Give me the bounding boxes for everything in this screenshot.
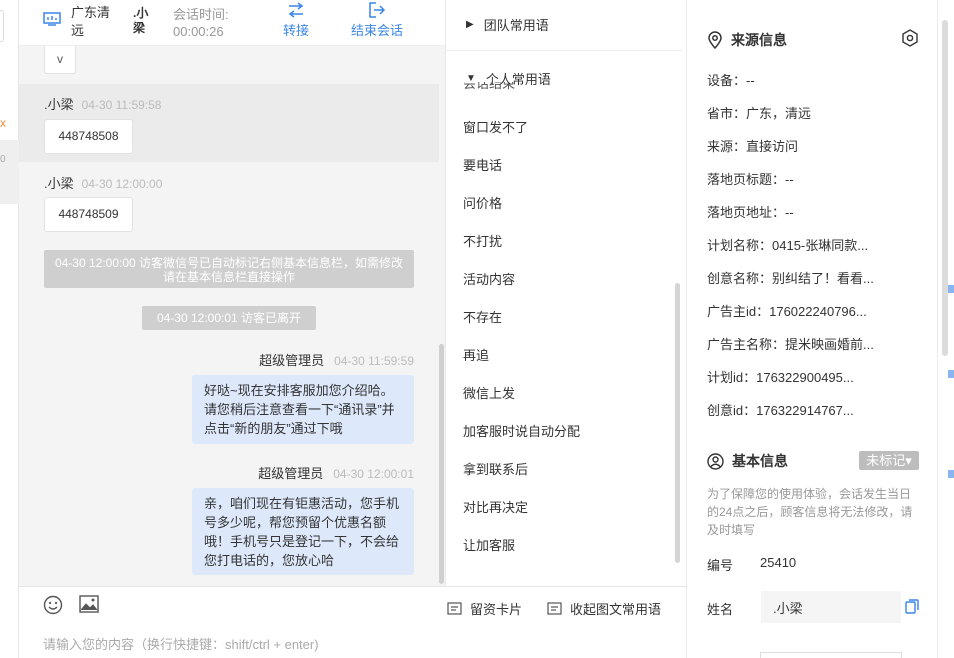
info-row: 创意id：176322914767... — [707, 403, 854, 418]
info-row: 落地页地址：-- — [707, 205, 794, 220]
transfer-button[interactable]: 转接 — [283, 2, 309, 39]
collapse-phrases-button[interactable]: 收起图文常用语 — [547, 599, 661, 618]
card-icon — [447, 602, 462, 615]
id-value: 25410 — [760, 555, 797, 570]
visitor-region: 广东清远 — [71, 5, 111, 38]
end-session-button[interactable]: 结束会话 — [351, 2, 403, 39]
info-row: 落地页标题：-- — [707, 172, 794, 187]
collapsed-tab[interactable] — [0, 10, 4, 42]
phrase-item[interactable]: 拿到联系后 — [463, 459, 528, 478]
end-session-label: 结束会话 — [351, 23, 404, 38]
marker — [948, 285, 954, 293]
message-sender: .小梁 04-30 12:00:00 — [44, 176, 163, 191]
chat-scrollbar[interactable] — [439, 344, 444, 584]
caret-right-icon: ▶ — [466, 19, 474, 30]
info-row: 广告主id：176022240796... — [707, 304, 867, 319]
name-field[interactable] — [761, 591, 901, 623]
card-icon — [547, 602, 562, 615]
copy-icon[interactable] — [905, 599, 919, 614]
phrase-item[interactable]: 活动内容 — [463, 269, 515, 288]
phrase-item[interactable]: 问价格 — [463, 193, 502, 212]
phrase-group-team[interactable]: ▶ 团队常用语 — [466, 15, 549, 34]
common-phrases-panel: ▶ 团队常用语 ▼ 个人常用语 会话结束 窗口发不了 要电话 问价格 不打扰 活… — [445, 0, 686, 586]
phrase-item[interactable]: 窗口发不了 — [463, 117, 528, 136]
page-scrollbar[interactable] — [942, 20, 948, 356]
basic-info-title: 基本信息 — [707, 451, 788, 471]
system-notice: 04-30 12:00:00 访客微信号已自动标记右侧基本信息栏，如需修改请在基… — [44, 250, 414, 288]
source-info-title: 来源信息 — [707, 30, 787, 50]
phrases-scrollbar[interactable] — [675, 283, 680, 563]
info-row: 设备：-- — [707, 73, 755, 88]
message-bubble: v — [44, 46, 76, 74]
name-label: 姓名 — [707, 602, 734, 617]
phrase-item[interactable]: 要电话 — [463, 155, 502, 174]
phrase-item[interactable]: 对比再决定 — [463, 497, 528, 516]
phrase-item[interactable]: 不存在 — [463, 307, 502, 326]
chat-message-area[interactable]: v .小梁 04-30 11:59:58 448748508 .小梁 04-30 1… — [19, 46, 445, 586]
user-circle-icon — [707, 452, 724, 470]
info-row: 计划id：176322900495... — [707, 370, 854, 385]
message-bubble: 448748508 — [44, 119, 133, 154]
target-icon[interactable] — [901, 29, 919, 47]
marker — [948, 470, 954, 478]
lead-card-button[interactable]: 留资卡片 — [447, 599, 522, 618]
info-row: 计划名称：0415-张琳同款... — [707, 238, 869, 253]
phrase-item[interactable]: 加客服时说自动分配 — [463, 421, 580, 440]
emoji-icon[interactable] — [43, 595, 63, 615]
message-sender: 超级管理员 04-30 12:00:01 — [258, 466, 414, 481]
phrase-item[interactable]: 再追 — [463, 345, 489, 364]
page-scroll-strip — [937, 0, 954, 658]
marker — [948, 370, 954, 378]
message-sender: 超级管理员 04-30 11:59:59 — [259, 353, 414, 368]
chat-header: 广东清远 .小梁 会话时间: 00:00:26 转接 结束会话 — [19, 0, 445, 46]
edit-deadline-note: 为了保障您的使用体验，会话发生当日的24点之后，顾客信息将无法修改，请及时填写 — [707, 487, 913, 537]
system-notice: 04-30 12:00:01 访客已离开 — [142, 306, 316, 330]
info-row: 广告主名称：提米映画婚前... — [707, 337, 874, 352]
info-row: 来源：直接访问 — [707, 139, 799, 154]
info-row: 省市：广东，清远 — [707, 106, 812, 121]
agent-message-bubble: 好哒~现在安排客服加您介绍哈。请您稍后注意查看一下“通讯录”并点击“新的朋友”通… — [192, 375, 414, 444]
id-label: 编号 — [707, 558, 734, 573]
visitor-name: .小梁 — [133, 6, 149, 35]
info-row: 创意名称：别纠结了！看看... — [707, 271, 874, 286]
image-icon[interactable] — [79, 595, 99, 613]
location-pin-icon — [708, 31, 722, 49]
mark-status-dropdown[interactable]: 未标记▾ — [859, 451, 919, 470]
agent-message-bubble: 亲，咱们现在有钜惠活动，您手机号多少呢，帮您预留个优惠名额哦！手机号只是登记一下… — [192, 488, 414, 575]
message-input-area: 留资卡片 收起图文常用语 请输入您的内容（换行快捷键：shift/ctrl + … — [19, 586, 686, 658]
transfer-icon — [288, 2, 304, 18]
message-input[interactable]: 请输入您的内容（换行快捷键：shift/ctrl + enter) — [43, 634, 319, 653]
session-time-label: 会话时间: — [173, 7, 229, 22]
left-sidebar-edge: x 0 — [0, 0, 19, 658]
phrase-item[interactable]: 会话结束 — [463, 82, 515, 92]
message-sender: .小梁 04-30 11:59:58 — [44, 97, 162, 112]
exit-icon — [369, 2, 386, 18]
transfer-label: 转接 — [283, 23, 310, 38]
phrase-item[interactable]: 微信上发 — [463, 383, 515, 402]
active-session-item[interactable]: 0 — [0, 140, 19, 204]
message-bubble: 448748509 — [44, 197, 133, 232]
visitor-info-panel: 来源信息 设备：-- 省市：广东，清远 来源：直接访问 落地页标题：-- 落地页… — [686, 0, 937, 658]
phrase-item[interactable]: 不打扰 — [463, 231, 502, 250]
session-time: 00:00:26 — [173, 24, 224, 39]
next-field-input[interactable] — [760, 652, 902, 658]
divider — [446, 50, 682, 51]
desktop-device-icon — [43, 12, 61, 26]
notification-mark-icon: x — [0, 116, 6, 130]
phrase-item[interactable]: 让加客服 — [463, 535, 515, 554]
